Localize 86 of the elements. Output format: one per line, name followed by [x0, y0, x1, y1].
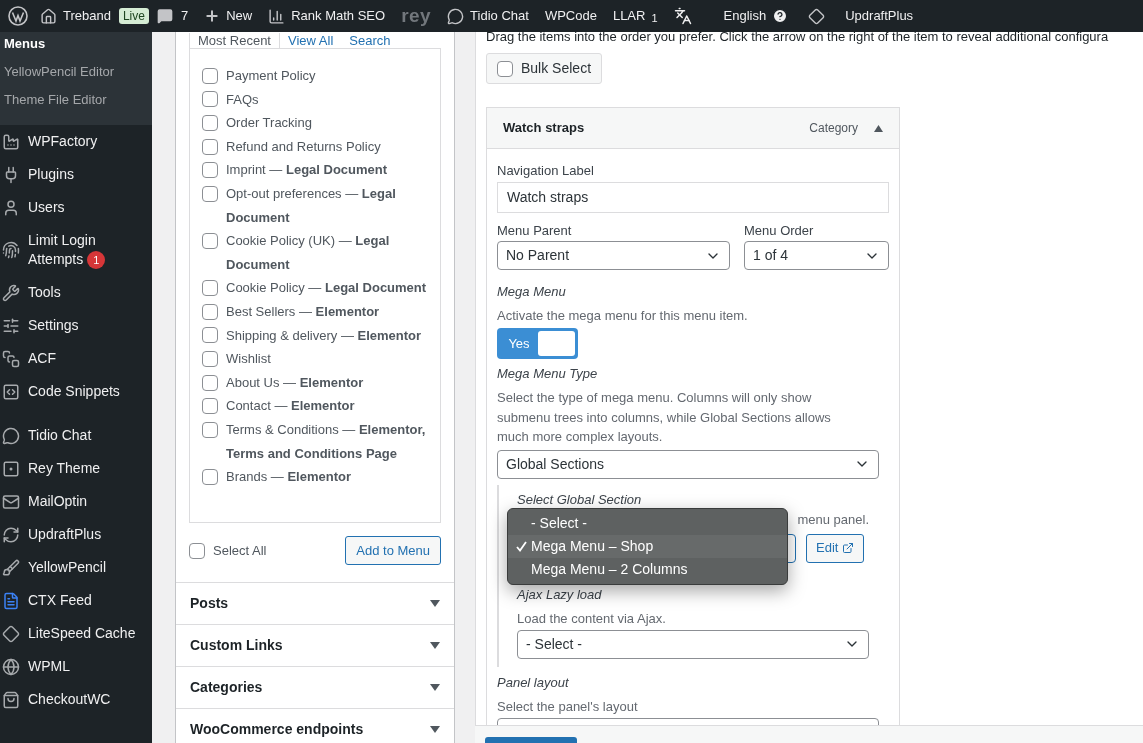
edit-button[interactable]: Edit [806, 533, 865, 563]
tidio-chat-link[interactable]: Tidio Chat [439, 0, 537, 32]
submenu-item[interactable]: Menus [0, 32, 152, 60]
setting-description: Load the content via Ajax. [517, 610, 667, 627]
page-label: Cookie Policy (UK) — Legal Document [226, 232, 391, 274]
setting-description: Activate the mega menu for this menu item. [497, 308, 749, 324]
sidebar-item[interactable]: Rey Theme [0, 452, 152, 485]
page-label: Best Sellers — Elementor [226, 302, 380, 321]
admin-bar-link[interactable]: UpdraftPlus [837, 0, 922, 32]
rank-math-link[interactable]: Rank Math SEO [260, 0, 394, 32]
menu-order-select[interactable]: 1 of 4 [744, 241, 889, 270]
setting-title: Panel layout [497, 674, 570, 691]
sidebar-item[interactable]: WPML [0, 650, 152, 683]
instructions-text: Drag the items into the order you prefer. Click the arrow on the right of the item to reveal additional configura [486, 32, 1110, 45]
sidebar-item[interactable]: ACF [0, 342, 152, 375]
page-label: Wishlist [226, 350, 271, 369]
page-label: Refund and Returns Policy [226, 137, 381, 156]
menu-parent-select[interactable]: No Parent [497, 241, 730, 270]
page-label: Payment Policy [226, 67, 316, 85]
setting-title: Ajax Lazy load [517, 586, 603, 603]
sidebar-item[interactable]: YellowPencil [0, 551, 152, 584]
comments-link[interactable]: 7 [148, 0, 197, 32]
tab[interactable]: Search [341, 33, 399, 48]
live-badge: Live [118, 8, 149, 24]
mega-menu-toggle[interactable]: Yes [497, 328, 578, 359]
field-label: Menu Parent [497, 223, 573, 239]
sidebar-item[interactable]: Settings [0, 309, 152, 342]
dropdown-option[interactable]: Mega Menu – 2 Columns [508, 557, 787, 581]
setting-title: Mega Menu Type [497, 366, 599, 382]
setting-title: Select Global Section [517, 490, 643, 508]
setting-description: Select the type of mega menu. Columns will only show submenu trees into columns, while Global Sections allows much more complex layouts. [497, 389, 832, 446]
menu-item-title: Watch straps [503, 119, 585, 138]
page-label: Contact — Elementor [226, 397, 355, 416]
dropdown-option[interactable]: Mega Menu – Shop [508, 534, 787, 558]
page-label: Opt-out preferences — Legal Document [226, 184, 397, 227]
sidebar-item[interactable]: Plugins [0, 158, 152, 191]
sidebar-item[interactable]: LiteSpeed Cache [0, 617, 152, 650]
field-label: Navigation Label [497, 163, 595, 179]
site-link[interactable]: Treband [32, 0, 119, 32]
sidebar-item[interactable]: CTX Feed [0, 584, 152, 617]
accordion-section[interactable]: Custom Links [176, 624, 454, 666]
page-label: Cookie Policy — Legal Document [226, 279, 427, 298]
submenu-item[interactable]: YellowPencil Editor [0, 60, 152, 88]
ajax-lazy-load-select[interactable]: - Select - [517, 629, 869, 659]
sidebar-item[interactable]: MailOptin [0, 485, 152, 518]
sidebar-item[interactable]: Code Snippets [0, 375, 152, 408]
select-all-label: Select All [213, 541, 267, 560]
page-label: Imprint — Legal Document [226, 161, 388, 180]
add-to-menu-button[interactable]: Add to Menu [345, 536, 441, 565]
page-label: Shipping & delivery — Elementor [226, 326, 422, 345]
sidebar-item[interactable]: Tidio Chat [0, 419, 152, 452]
llar-count: 1 [651, 10, 658, 26]
setting-title: Mega Menu [497, 284, 567, 300]
setting-description: Select the panel's layout [497, 698, 639, 715]
menu-item-header[interactable]: Watch straps Category [487, 108, 899, 149]
page-label: Order Tracking [226, 114, 312, 133]
llar-link[interactable]: LLAR 1 [604, 0, 666, 32]
field-label: Menu Order [744, 223, 815, 239]
setting-description: menu panel. [797, 511, 869, 529]
page-label: About Us — Elementor [226, 373, 364, 392]
rey-logo[interactable]: rey [393, 0, 440, 32]
accordion-section[interactable]: Posts [176, 582, 454, 624]
llar-label: LLAR [612, 7, 646, 26]
bulk-select-button[interactable]: Bulk Select [486, 53, 603, 84]
sidebar-item[interactable]: Tools [0, 276, 152, 309]
sidebar-item[interactable]: CheckoutWC [0, 683, 152, 716]
accordion-section[interactable]: WooCommerce endpoints [176, 708, 454, 743]
tab[interactable]: View All [280, 33, 342, 48]
sidebar-item[interactable]: WPFactory [0, 125, 152, 158]
page-label: FAQs [226, 90, 259, 109]
new-link[interactable]: New [196, 0, 261, 32]
navigation-label-input[interactable]: Watch straps [497, 182, 889, 213]
menu-item-type: Category [809, 120, 858, 137]
count-badge: 1 [87, 251, 106, 269]
page-label: Brands — Elementor [226, 468, 351, 487]
admin-bar-link[interactable]: WPCode [536, 0, 605, 32]
page-label: Terms & Conditions — Elementor, Terms and Conditions Page [226, 420, 427, 463]
dropdown-option[interactable]: - Select - [508, 511, 787, 535]
tab[interactable]: Most Recent [189, 33, 280, 48]
sidebar-item[interactable]: UpdraftPlus [0, 518, 152, 551]
submenu-item[interactable]: Theme File Editor [0, 88, 152, 116]
language-switcher[interactable]: English [715, 0, 797, 32]
sidebar-item[interactable]: Limit Login Attempts 1 [0, 224, 152, 276]
accordion-section[interactable]: Categories [176, 666, 454, 708]
sidebar-item[interactable]: Users [0, 191, 152, 224]
mega-menu-type-select[interactable]: Global Sections [497, 449, 879, 479]
